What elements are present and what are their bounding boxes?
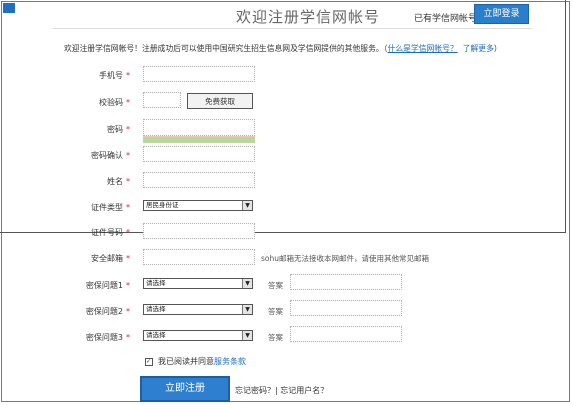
required-mark: *: [126, 98, 130, 107]
q1-label-text: 密保问题1: [85, 281, 123, 290]
required-mark: *: [126, 281, 130, 290]
idtype-value: 居民身份证: [146, 201, 179, 209]
required-mark: *: [126, 254, 130, 263]
q2-select-value: 请选择: [146, 305, 166, 313]
name-label-text: 姓名: [107, 177, 123, 186]
confirm-label: 密码确认 *: [50, 150, 130, 161]
password-label-text: 密码: [107, 125, 123, 134]
q2-label-text: 密保问题2: [85, 307, 123, 316]
idnum-label: 证件号码 *: [50, 227, 130, 238]
required-mark: *: [126, 71, 130, 80]
login-button[interactable]: 立即登录: [474, 4, 529, 24]
email-input[interactable]: [143, 249, 255, 265]
chevron-down-icon: ▼: [242, 279, 252, 288]
name-input[interactable]: [143, 172, 255, 188]
answer3-input[interactable]: [290, 326, 402, 342]
idtype-label: 证件类型 *: [50, 202, 130, 213]
code-label: 校验码 *: [50, 97, 130, 108]
chevron-down-icon: ▼: [242, 331, 252, 340]
idtype-select[interactable]: 居民身份证 ▼: [143, 200, 253, 211]
agree-checkbox[interactable]: ✓: [145, 357, 153, 366]
q1-select[interactable]: 请选择 ▼: [143, 278, 253, 289]
q1-select-value: 请选择: [146, 279, 166, 287]
idnum-input[interactable]: [143, 223, 255, 239]
password-input[interactable]: [143, 119, 255, 136]
chevron-down-icon: ▼: [242, 305, 252, 314]
phone-label-text: 手机号: [99, 71, 123, 80]
chevron-down-icon: ▼: [242, 201, 252, 210]
required-mark: *: [126, 307, 130, 316]
answer1-label: 答案: [268, 281, 283, 290]
learn-more-link[interactable]: 了解更多: [463, 44, 494, 53]
q1-label: 密保问题1 *: [50, 280, 130, 291]
required-mark: *: [126, 333, 130, 342]
what-is-account-link[interactable]: 什么是学信网帐号？: [388, 44, 458, 53]
required-mark: *: [126, 125, 130, 134]
logo-icon: [3, 3, 15, 13]
page-title: 欢迎注册学信网帐号: [236, 8, 381, 26]
phone-input[interactable]: [143, 66, 255, 82]
name-label: 姓名 *: [50, 176, 130, 187]
code-input[interactable]: [143, 92, 181, 108]
required-mark: *: [126, 203, 130, 212]
confirm-password-input[interactable]: [143, 146, 255, 162]
q3-select[interactable]: 请选择 ▼: [143, 330, 253, 341]
idtype-label-text: 证件类型: [91, 203, 123, 212]
header-divider: [52, 28, 532, 29]
email-label: 安全邮箱 *: [50, 253, 130, 264]
intro-body: 欢迎注册学信网帐号！注册成功后可以使用中国研究生招生信息网及学信网提供的其他服务…: [64, 44, 388, 53]
q3-select-value: 请选择: [146, 331, 166, 339]
required-mark: *: [126, 177, 130, 186]
register-button[interactable]: 立即注册: [140, 376, 230, 402]
idnum-label-text: 证件号码: [91, 228, 123, 237]
required-mark: *: [126, 228, 130, 237]
get-code-button[interactable]: 免费获取: [187, 93, 253, 109]
phone-label: 手机号 *: [50, 70, 130, 81]
code-label-text: 校验码: [99, 98, 123, 107]
required-mark: *: [126, 151, 130, 160]
confirm-label-text: 密码确认: [91, 151, 123, 160]
answer1-input[interactable]: [290, 274, 402, 290]
password-label: 密码 *: [50, 124, 130, 135]
q2-label: 密保问题2 *: [50, 306, 130, 317]
answer2-input[interactable]: [290, 300, 402, 316]
answer2-label: 答案: [268, 307, 283, 316]
q3-label-text: 密保问题3: [85, 333, 123, 342]
intro-text: 欢迎注册学信网帐号！注册成功后可以使用中国研究生招生信息网及学信网提供的其他服务…: [64, 43, 502, 54]
agree-row: ✓ 我已阅读并同意服务条款: [145, 356, 246, 367]
q2-select[interactable]: 请选择 ▼: [143, 304, 253, 315]
agree-text: 我已阅读并同意: [158, 357, 214, 366]
divider-vertical: [565, 0, 566, 232]
forgot-links[interactable]: 忘记密码？| 忘记用户名？: [235, 385, 328, 396]
intro-close: ）: [493, 44, 502, 53]
answer3-label: 答案: [268, 333, 283, 342]
password-strength-bar: [143, 136, 255, 143]
terms-link[interactable]: 服务条款: [214, 357, 246, 366]
email-note: sohu邮箱无法接收本网邮件，请使用其他常见邮箱: [261, 254, 430, 263]
email-label-text: 安全邮箱: [91, 254, 123, 263]
have-account-text: 已有学信网帐号: [414, 14, 478, 24]
q3-label: 密保问题3 *: [50, 332, 130, 343]
